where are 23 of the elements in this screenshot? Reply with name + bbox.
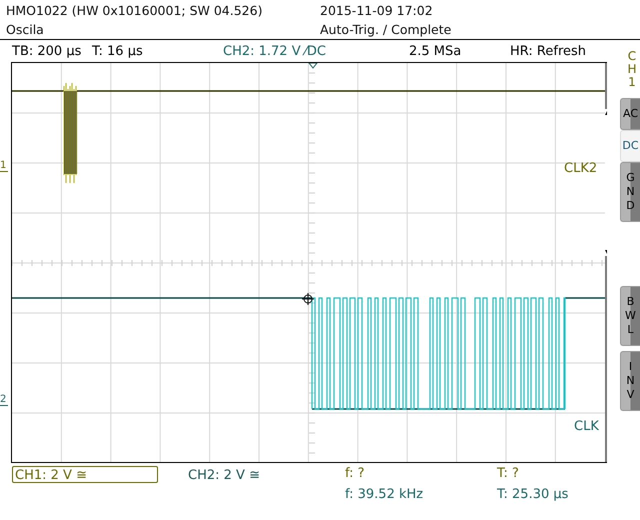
mode-label: Oscila <box>6 20 45 38</box>
date-time: 2015-11-09 17:02 <box>320 2 434 20</box>
measurement-text: T: ? <box>497 466 520 483</box>
measurement-text: f: 39.52 kHz <box>345 487 424 502</box>
info-text: 2.5 MSa <box>409 44 462 58</box>
trigger-status: Auto-Trig. / Complete <box>320 20 452 39</box>
channel-readout[interactable]: CH1: 2 V ≅ <box>12 466 158 483</box>
info-text: TB: 200 µs <box>12 44 82 58</box>
instrument-title: HMO1022 (HW 0x10160001; SW 04.526) <box>6 2 264 20</box>
coupling-button[interactable]: AC <box>620 98 640 130</box>
coupling-button[interactable]: DC <box>620 130 640 162</box>
measurement-text: f: ? <box>345 466 366 483</box>
info-text: T: 16 µs <box>92 44 144 58</box>
measurement-text: T: 25.30 µs <box>497 487 570 502</box>
trace-label: CLK <box>574 419 599 434</box>
function-button[interactable]: BWL <box>620 286 640 346</box>
coupling-button[interactable]: GND <box>620 162 640 222</box>
channel-label: CH1 <box>626 50 638 90</box>
function-button[interactable]: INV <box>620 350 640 411</box>
info-text: CH2: 1.72 V ⁄DC <box>223 44 327 58</box>
trace-label: CLK2 <box>564 161 598 176</box>
info-text: HR: Refresh <box>510 44 586 58</box>
channel-readout[interactable]: CH2: 2 V ≅ <box>185 466 331 483</box>
